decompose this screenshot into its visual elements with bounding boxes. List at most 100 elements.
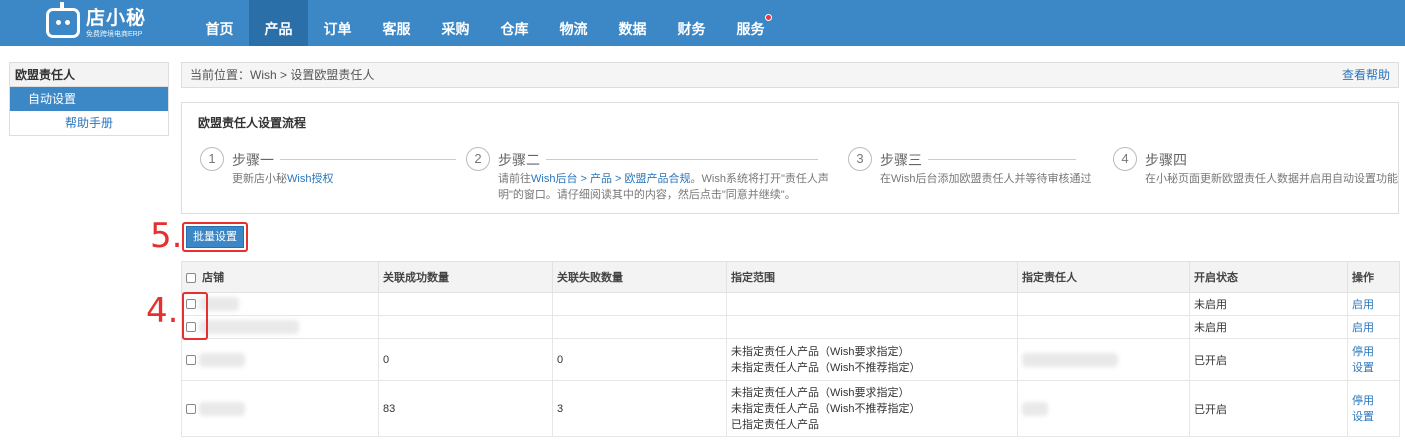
- enable-link[interactable]: 启用: [1352, 322, 1374, 334]
- table-header-row: 店铺 关联成功数量 关联失败数量 指定范围 指定责任人 开启状态 操作: [181, 261, 1400, 293]
- scope-line: 已指定责任人产品: [731, 418, 819, 431]
- main-nav: 首页 产品 订单 客服 采购 仓库 物流 数据 财务 服务: [190, 0, 780, 46]
- fail-count-cell: [552, 315, 727, 339]
- step-description: 在Wish后台添加欧盟责任人并等待审核通过: [880, 173, 1092, 185]
- nav-item-5[interactable]: 仓库: [485, 0, 544, 46]
- batch-setting-button[interactable]: 批量设置: [186, 226, 244, 248]
- eu-responsible-table: 店铺 关联成功数量 关联失败数量 指定范围 指定责任人 开启状态 操作 未启用 …: [181, 261, 1400, 437]
- success-count-cell: [378, 292, 553, 316]
- column-header-status: 开启状态: [1189, 261, 1348, 293]
- wish-backend-link[interactable]: Wish后台 > 产品 > 欧盟产品合规: [531, 173, 691, 185]
- enable-link[interactable]: 启用: [1352, 299, 1374, 311]
- step-name: 步骤二: [498, 152, 540, 168]
- table-row: 83 3 未指定责任人产品（Wish要求指定） 未指定责任人产品（Wish不推荐…: [181, 380, 1400, 437]
- breadcrumb-text: 当前位置：Wish > 设置欧盟责任人: [190, 68, 375, 82]
- batch-button-highlight: 批量设置: [182, 222, 248, 252]
- shop-cell: [181, 338, 379, 381]
- nav-item-4[interactable]: 采购: [426, 0, 485, 46]
- sidebar-item-auto-setting[interactable]: 自动设置: [10, 87, 168, 111]
- actions-cell: 启用: [1347, 315, 1400, 339]
- column-header-success: 关联成功数量: [378, 261, 553, 293]
- top-navbar: 店小秘 免费跨境电商ERP 首页 产品 订单 客服 采购 仓库 物流 数据 财务 服务: [0, 0, 1405, 46]
- scope-cell: 未指定责任人产品（Wish要求指定） 未指定责任人产品（Wish不推荐指定） 已…: [726, 380, 1018, 437]
- scope-cell: 未指定责任人产品（Wish要求指定） 未指定责任人产品（Wish不推荐指定）: [726, 338, 1018, 381]
- robot-logo-icon: [46, 8, 80, 38]
- brand-logo[interactable]: 店小秘 免费跨境电商ERP: [46, 6, 146, 40]
- fail-count-cell: 3: [552, 380, 727, 437]
- brand-subtitle: 免费跨境电商ERP: [86, 30, 143, 38]
- scope-line: 未指定责任人产品（Wish要求指定）: [731, 386, 910, 399]
- shop-cell: [181, 380, 379, 437]
- settings-link[interactable]: 设置: [1352, 360, 1399, 376]
- shop-cell: [181, 315, 379, 339]
- table-row: 未启用 启用: [181, 292, 1400, 316]
- column-header-scope: 指定范围: [726, 261, 1018, 293]
- status-cell: 已开启: [1189, 380, 1348, 437]
- redacted-shop-name: [199, 320, 300, 334]
- scope-cell: [726, 315, 1018, 339]
- step-desc-text: 。Wish系统将打开"责任人声: [690, 173, 829, 185]
- shop-cell: [181, 292, 379, 316]
- nav-item-8[interactable]: 财务: [662, 0, 721, 46]
- scope-line: 未指定责任人产品（Wish要求指定）: [731, 345, 910, 358]
- column-header-responsible: 指定责任人: [1017, 261, 1190, 293]
- status-cell: 已开启: [1189, 338, 1348, 381]
- success-count-cell: [378, 315, 553, 339]
- nav-item-6[interactable]: 物流: [544, 0, 603, 46]
- fail-count-cell: 0: [552, 338, 727, 381]
- nav-item-9[interactable]: 服务: [721, 0, 780, 46]
- step-number-badge: 4: [1113, 147, 1137, 171]
- scope-line: 未指定责任人产品（Wish不推荐指定）: [731, 402, 921, 415]
- wish-auth-link[interactable]: Wish授权: [287, 173, 333, 185]
- flow-title: 欧盟责任人设置流程: [198, 116, 307, 130]
- nav-item-1[interactable]: 产品: [249, 0, 308, 46]
- step-description: 更新店小秘Wish授权: [232, 171, 333, 187]
- view-help-link[interactable]: 查看帮助: [1342, 63, 1390, 87]
- setup-flow-panel: 欧盟责任人设置流程 1 步骤一 更新店小秘Wish授权 2 步骤二 请前往Wis…: [181, 102, 1399, 214]
- row-checkbox[interactable]: [186, 354, 196, 365]
- nav-item-7[interactable]: 数据: [603, 0, 662, 46]
- step-number-badge: 1: [200, 147, 224, 171]
- nav-item-0[interactable]: 首页: [190, 0, 249, 46]
- responsible-cell: [1017, 315, 1190, 339]
- step-connector-line: [280, 159, 456, 160]
- actions-cell: 启用: [1347, 292, 1400, 316]
- redacted-shop-name: [199, 401, 246, 416]
- column-header-actions: 操作: [1347, 261, 1400, 293]
- breadcrumb: 当前位置：Wish > 设置欧盟责任人 查看帮助: [181, 62, 1399, 88]
- step-connector-line: [928, 159, 1076, 160]
- checkbox-highlight: [182, 292, 208, 340]
- column-header-fail: 关联失败数量: [552, 261, 727, 293]
- redacted-responsible: [1022, 401, 1048, 416]
- table-row: 0 0 未指定责任人产品（Wish要求指定） 未指定责任人产品（Wish不推荐指…: [181, 338, 1400, 381]
- responsible-cell: [1017, 380, 1190, 437]
- notification-dot-icon: [765, 14, 772, 21]
- settings-link[interactable]: 设置: [1352, 409, 1399, 425]
- step-name: 步骤一: [232, 152, 274, 168]
- responsible-cell: [1017, 338, 1190, 381]
- annotation-five: 5.: [150, 216, 183, 256]
- column-label: 店铺: [202, 272, 225, 284]
- scope-line: 未指定责任人产品（Wish不推荐指定）: [731, 361, 921, 374]
- responsible-cell: [1017, 292, 1190, 316]
- redacted-shop-name: [199, 352, 246, 367]
- actions-cell: 停用 设置: [1347, 338, 1400, 381]
- step-description: 在小秘页面更新欧盟责任人数据并启用自动设置功能: [1145, 173, 1398, 185]
- step-desc-text: 请前往: [498, 173, 531, 185]
- actions-cell: 停用 设置: [1347, 380, 1400, 437]
- redacted-responsible: [1022, 352, 1118, 367]
- disable-link[interactable]: 停用: [1352, 393, 1399, 409]
- step-description: 请前往Wish后台 > 产品 > 欧盟产品合规。Wish系统将打开"责任人声 明"…: [498, 171, 829, 203]
- nav-item-2[interactable]: 订单: [308, 0, 367, 46]
- disable-link[interactable]: 停用: [1352, 344, 1399, 360]
- status-cell: 未启用: [1189, 292, 1348, 316]
- sidebar-heading: 欧盟责任人: [10, 63, 168, 87]
- select-all-checkbox[interactable]: [186, 273, 196, 284]
- column-header-shop: 店铺: [181, 261, 379, 293]
- step-number-badge: 3: [848, 147, 872, 171]
- nav-item-3[interactable]: 客服: [367, 0, 426, 46]
- sidebar-help-link[interactable]: 帮助手册: [10, 111, 168, 135]
- success-count-cell: 83: [378, 380, 553, 437]
- row-checkbox[interactable]: [186, 403, 196, 414]
- sidebar: 欧盟责任人 自动设置 帮助手册: [9, 62, 169, 136]
